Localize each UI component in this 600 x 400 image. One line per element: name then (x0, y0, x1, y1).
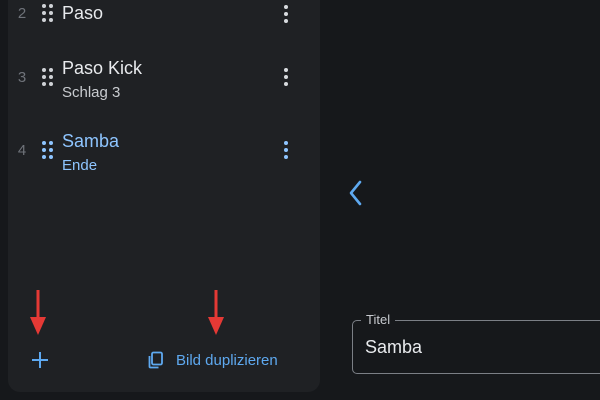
back-button[interactable] (344, 178, 368, 208)
duplicate-image-button[interactable]: Bild duplizieren (146, 348, 278, 372)
item-subtitle: Ende (62, 157, 98, 174)
list-item[interactable]: 2 Paso (0, 0, 312, 30)
more-vert-icon[interactable] (284, 68, 290, 86)
drag-handle-icon[interactable] (42, 141, 54, 159)
drag-handle-icon[interactable] (42, 4, 54, 22)
list-item[interactable]: 3 Paso Kick Schlag 3 (0, 52, 312, 108)
item-number: 4 (17, 142, 27, 159)
add-button[interactable] (29, 349, 51, 371)
annotation-arrow-icon (30, 290, 46, 335)
item-number: 2 (17, 5, 27, 22)
more-vert-icon[interactable] (284, 141, 290, 159)
copy-icon (148, 351, 163, 369)
title-field-label: Titel (361, 312, 396, 327)
item-title: Samba (62, 131, 120, 151)
duplicate-image-label: Bild duplizieren (176, 351, 278, 369)
title-input[interactable] (365, 334, 595, 360)
plus-icon (32, 352, 48, 368)
item-title: Paso Kick (62, 58, 143, 78)
item-number: 3 (17, 69, 27, 86)
title-field: Titel (352, 312, 600, 374)
annotation-arrow-icon (208, 290, 224, 335)
chevron-left-icon (349, 180, 362, 206)
more-vert-icon[interactable] (284, 5, 290, 23)
item-subtitle: Schlag 3 (62, 84, 121, 101)
item-title: Paso (62, 3, 104, 23)
list-item-selected[interactable]: 4 Samba Ende (0, 125, 312, 181)
drag-handle-icon[interactable] (42, 68, 54, 86)
